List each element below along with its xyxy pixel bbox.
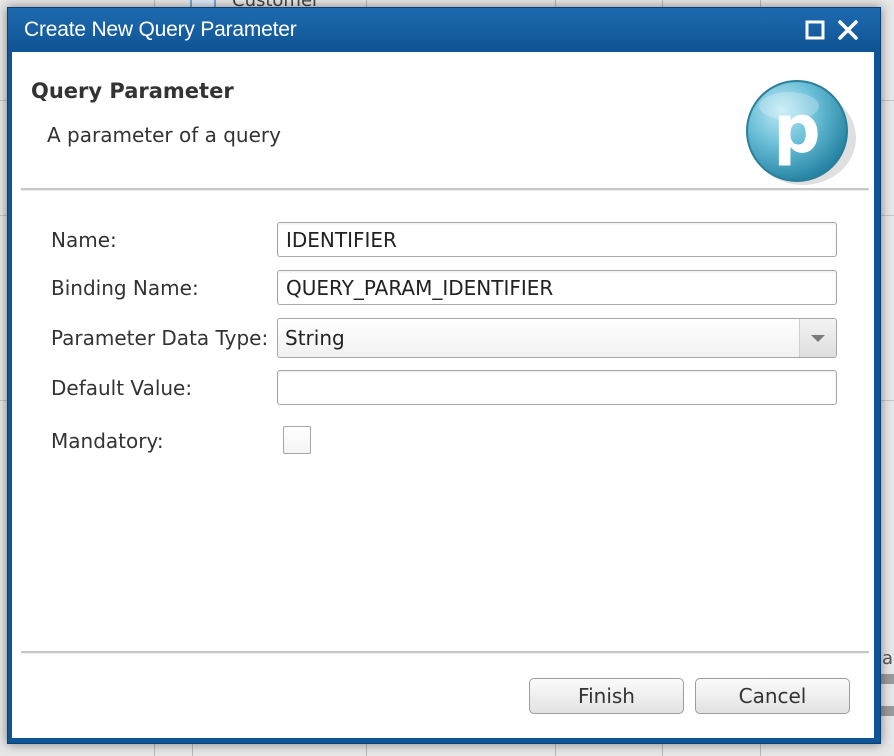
create-query-parameter-dialog: Create New Query Parameter Query Paramet… <box>7 7 881 744</box>
binding-name-input[interactable] <box>277 270 837 305</box>
close-icon <box>838 20 858 40</box>
logo-letter: p <box>773 91 820 168</box>
close-button[interactable] <box>837 19 859 41</box>
maximize-icon <box>805 20 825 40</box>
name-input[interactable] <box>277 222 837 257</box>
name-label: Name: <box>51 228 117 252</box>
footer-separator <box>21 651 869 654</box>
data-type-select[interactable]: String <box>277 318 837 358</box>
data-type-selected-value: String <box>285 326 345 350</box>
mandatory-label: Mandatory: <box>51 429 164 453</box>
wizard-header: Query Parameter A parameter of a query p <box>12 52 874 188</box>
bg-bar <box>880 706 894 716</box>
cancel-button[interactable]: Cancel <box>695 678 850 714</box>
dialog-title: Create New Query Parameter <box>24 18 297 41</box>
bg-bar <box>880 674 894 684</box>
data-type-label: Parameter Data Type: <box>51 326 269 350</box>
mandatory-checkbox[interactable] <box>283 426 311 454</box>
dialog-titlebar[interactable]: Create New Query Parameter <box>8 8 880 52</box>
default-value-label: Default Value: <box>51 376 193 400</box>
finish-button[interactable]: Finish <box>529 678 684 714</box>
wizard-header-title: Query Parameter <box>31 79 234 103</box>
binding-name-label: Binding Name: <box>51 276 199 300</box>
chevron-down-icon <box>811 335 825 342</box>
default-value-input[interactable] <box>277 370 837 405</box>
bg-edge-text: a <box>882 648 894 669</box>
maximize-button[interactable] <box>804 19 826 41</box>
header-separator <box>21 188 869 191</box>
dialog-content: Query Parameter A parameter of a query p… <box>12 52 874 738</box>
data-type-dropdown-button[interactable] <box>799 319 836 357</box>
wizard-header-description: A parameter of a query <box>47 123 281 147</box>
parameter-logo-icon: p <box>746 80 856 185</box>
